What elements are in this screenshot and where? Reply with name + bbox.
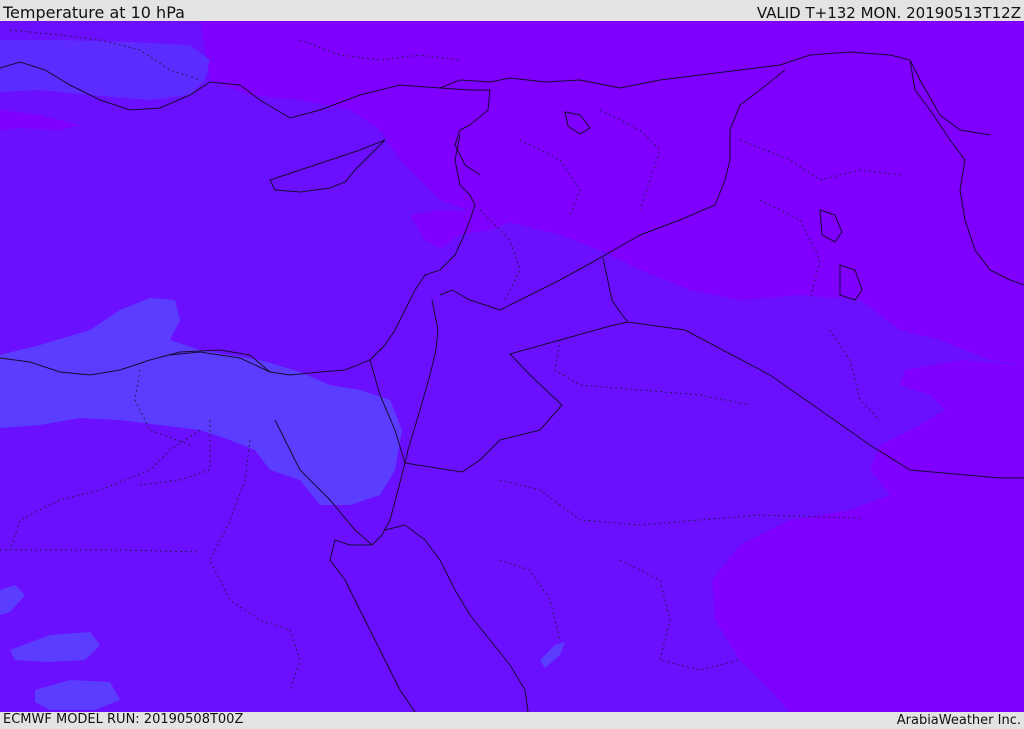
model-run: ECMWF MODEL RUN: 20190508T00Z [3,712,244,727]
temperature-map [0,21,1024,712]
valid-time: VALID T+132 MON. 20190513T12Z [756,4,1021,22]
map-title: Temperature at 10 hPa [3,3,185,22]
header-bar: Temperature at 10 hPa VALID T+132 MON. 2… [0,0,1024,21]
credit-label: ArabiaWeather Inc. [896,713,1021,728]
footer-bar: ECMWF MODEL RUN: 20190508T00Z ArabiaWeat… [0,712,1024,729]
weather-map-frame: Temperature at 10 hPa VALID T+132 MON. 2… [0,0,1024,729]
